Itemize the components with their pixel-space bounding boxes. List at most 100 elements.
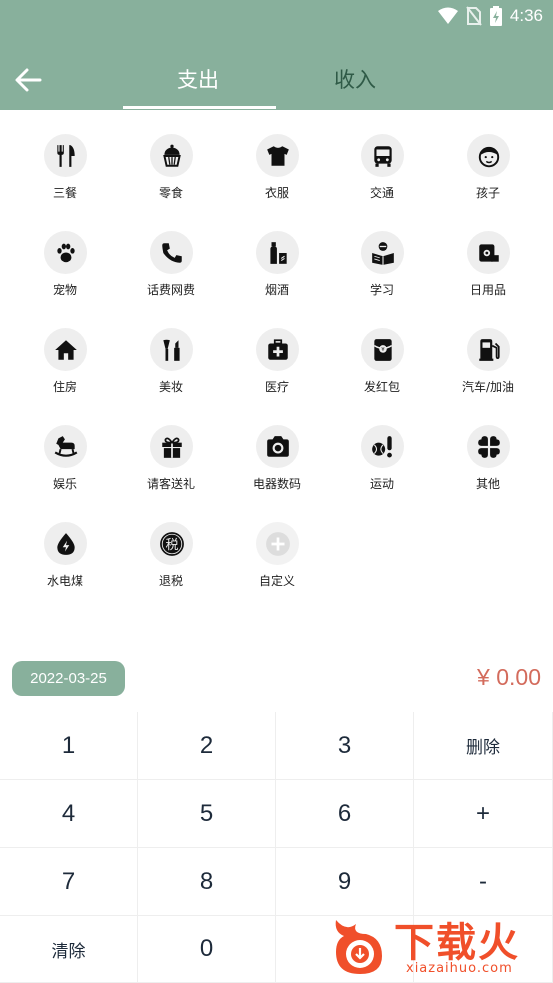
- category-label: 娱乐: [52, 477, 77, 491]
- category-housing[interactable]: 住房: [12, 304, 118, 394]
- tax-icon: 税: [150, 522, 193, 565]
- tab-expense[interactable]: 支出: [123, 64, 273, 94]
- bus-icon: [361, 134, 404, 177]
- category-pets[interactable]: 宠物: [12, 207, 118, 297]
- date-picker-button[interactable]: 2022-03-25: [12, 661, 125, 696]
- phone-icon: [150, 231, 193, 274]
- category-label: 运动: [369, 477, 394, 491]
- category-label: 宠物: [52, 283, 77, 297]
- category-label: 学习: [369, 283, 394, 297]
- category-label: 衣服: [264, 186, 289, 200]
- svg-text:税: 税: [165, 537, 178, 552]
- active-tab-indicator: [123, 106, 276, 109]
- bottle-icon: [256, 231, 299, 274]
- category-label: 自定义: [258, 574, 295, 588]
- ball-icon: [361, 425, 404, 468]
- wifi-icon: [437, 7, 458, 24]
- category-medical[interactable]: 医疗: [224, 304, 330, 394]
- house-icon: [44, 328, 87, 371]
- category-label: 水电煤: [46, 574, 83, 588]
- category-gifts[interactable]: 请客送礼: [118, 401, 224, 491]
- category-daily-goods[interactable]: 日用品: [435, 207, 541, 297]
- category-utilities[interactable]: 水电煤: [12, 498, 118, 588]
- category-label: 孩子: [475, 186, 500, 200]
- paw-icon: [44, 231, 87, 274]
- category-child[interactable]: 孩子: [435, 110, 541, 200]
- category-label: 汽车/加油: [461, 380, 515, 394]
- water-drop-icon: [44, 522, 87, 565]
- amount-display: ¥ 0.00: [477, 664, 541, 690]
- category-sports[interactable]: 运动: [329, 401, 435, 491]
- flame-logo-icon: [335, 920, 382, 974]
- category-label: 话费网费: [146, 283, 195, 297]
- watermark-title: 下载火: [394, 920, 520, 966]
- category-label: 美妆: [158, 380, 183, 394]
- watermark-url: xiazaihuo.com: [406, 961, 513, 976]
- category-label: 电器数码: [252, 477, 301, 491]
- plus-button[interactable]: +: [414, 780, 553, 848]
- category-tobacco-alcohol[interactable]: 烟酒: [224, 207, 330, 297]
- category-label: 日用品: [469, 283, 506, 297]
- key-7[interactable]: 7: [0, 848, 138, 916]
- category-label: 零食: [158, 186, 183, 200]
- watermark: 下载火 xiazaihuo.com: [322, 908, 553, 983]
- clear-button[interactable]: 清除: [0, 916, 138, 983]
- camera-icon: [256, 425, 299, 468]
- category-car-fuel[interactable]: 汽车/加油: [435, 304, 541, 394]
- top-bar: 4:36 支出 收入: [0, 0, 553, 110]
- category-label: 医疗: [264, 380, 289, 394]
- category-study[interactable]: 学习: [329, 207, 435, 297]
- key-6[interactable]: 6: [276, 780, 414, 848]
- category-entertainment[interactable]: 娱乐: [12, 401, 118, 491]
- rocking-horse-icon: [44, 425, 87, 468]
- category-phone-internet[interactable]: 话费网费: [118, 207, 224, 297]
- category-makeup[interactable]: 美妆: [118, 304, 224, 394]
- category-label: 住房: [52, 380, 77, 394]
- key-0[interactable]: 0: [138, 916, 276, 983]
- category-red-envelope[interactable]: ¥ 发红包: [329, 304, 435, 394]
- category-label: 交通: [369, 186, 394, 200]
- category-label: 烟酒: [264, 283, 289, 297]
- svg-text:¥: ¥: [381, 347, 385, 353]
- category-custom[interactable]: 自定义: [224, 498, 330, 588]
- key-4[interactable]: 4: [0, 780, 138, 848]
- category-transport[interactable]: 交通: [329, 110, 435, 200]
- reading-icon: [361, 231, 404, 274]
- category-other[interactable]: 其他: [435, 401, 541, 491]
- category-clothes[interactable]: 衣服: [224, 110, 330, 200]
- category-electronics[interactable]: 电器数码: [224, 401, 330, 491]
- category-label: 发红包: [363, 380, 400, 394]
- child-face-icon: [467, 134, 510, 177]
- category-tax-refund[interactable]: 税 退税: [118, 498, 224, 588]
- makeup-icon: [150, 328, 193, 371]
- key-8[interactable]: 8: [138, 848, 276, 916]
- key-5[interactable]: 5: [138, 780, 276, 848]
- key-2[interactable]: 2: [138, 712, 276, 780]
- battery-charging-icon: [489, 6, 502, 26]
- utensils-icon: [44, 134, 87, 177]
- key-3[interactable]: 3: [276, 712, 414, 780]
- tissue-roll-icon: [467, 231, 510, 274]
- gift-icon: [150, 425, 193, 468]
- status-time: 4:36: [509, 6, 543, 25]
- clover-icon: [467, 425, 510, 468]
- add-icon: [256, 522, 299, 565]
- category-label: 请客送礼: [146, 477, 195, 491]
- key-1[interactable]: 1: [0, 712, 138, 780]
- no-sim-icon: [466, 6, 482, 26]
- key-9[interactable]: 9: [276, 848, 414, 916]
- cupcake-icon: [150, 134, 193, 177]
- medical-kit-icon: [256, 328, 299, 371]
- category-label: 退税: [158, 574, 183, 588]
- tab-income[interactable]: 收入: [280, 64, 430, 94]
- gas-pump-icon: [467, 328, 510, 371]
- back-arrow-icon[interactable]: [12, 64, 44, 96]
- category-label: 三餐: [52, 186, 77, 200]
- minus-button[interactable]: -: [414, 848, 553, 916]
- category-snacks[interactable]: 零食: [118, 110, 224, 200]
- delete-button[interactable]: 删除: [414, 712, 553, 780]
- red-envelope-icon: ¥: [361, 328, 404, 371]
- tshirt-icon: [256, 134, 299, 177]
- category-label: 其他: [475, 477, 500, 491]
- category-meals[interactable]: 三餐: [12, 110, 118, 200]
